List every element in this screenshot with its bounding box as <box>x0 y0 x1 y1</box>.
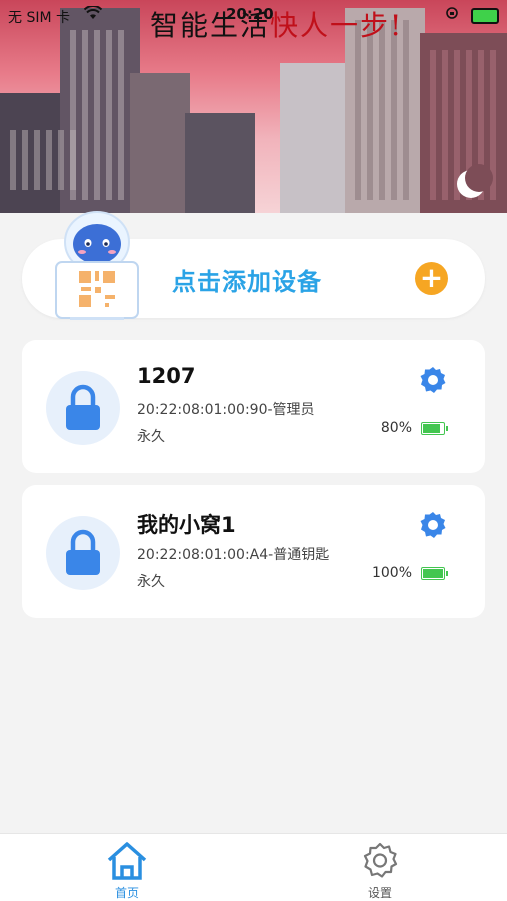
device-name: 1207 <box>137 364 196 388</box>
moon-icon <box>457 164 493 198</box>
device-settings-gear-icon[interactable] <box>417 364 449 396</box>
banner-image: 无 SIM 卡 20:20 智能生活快人一步! <box>0 0 507 213</box>
device-card[interactable]: 我的小窝1 20:22:08:01:00:A4-普通钥匙 永久 100% <box>22 485 485 618</box>
device-name: 我的小窝1 <box>137 513 236 537</box>
lock-avatar <box>46 516 120 590</box>
carrier-label: 无 SIM 卡 <box>8 10 70 26</box>
lock-icon <box>66 529 100 575</box>
battery-level-icon <box>421 567 448 580</box>
device-settings-gear-icon[interactable] <box>417 509 449 541</box>
device-validity: 永久 <box>137 574 165 590</box>
gear-icon <box>363 842 398 878</box>
home-icon <box>107 842 147 880</box>
tab-home-label: 首页 <box>114 886 139 900</box>
add-device-label: 点击添加设备 <box>172 268 322 296</box>
slogan: 智能生活快人一步! <box>150 9 404 42</box>
device-address: 20:22:08:01:00:A4-普通钥匙 <box>137 547 330 563</box>
tab-bar: 首页 设置 <box>0 833 507 901</box>
battery-icon <box>471 8 499 24</box>
tab-home[interactable]: 首页 <box>87 834 167 901</box>
tab-settings-label: 设置 <box>367 886 392 900</box>
device-address: 20:22:08:01:00:90-管理员 <box>137 402 315 418</box>
battery-percent: 80% <box>380 420 412 436</box>
lock-icon <box>66 384 100 430</box>
lock-avatar <box>46 371 120 445</box>
tab-settings[interactable]: 设置 <box>340 834 420 901</box>
add-device-button[interactable]: + <box>415 262 448 295</box>
wifi-icon <box>83 5 103 24</box>
battery-percent: 100% <box>371 565 412 581</box>
battery-level-icon <box>421 422 448 435</box>
orientation-lock-icon <box>445 6 459 24</box>
robot-mascot-icon <box>55 211 139 320</box>
device-validity: 永久 <box>137 429 165 445</box>
device-card[interactable]: 1207 20:22:08:01:00:90-管理员 永久 80% <box>22 340 485 473</box>
